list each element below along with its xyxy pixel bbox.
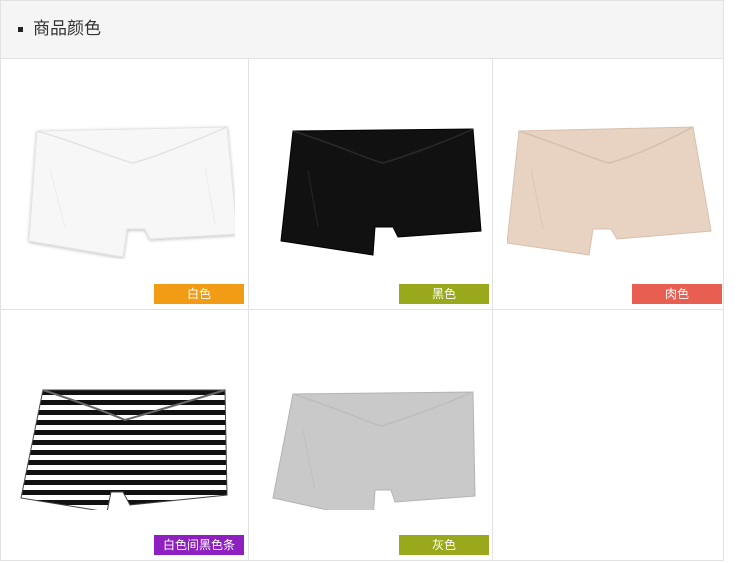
color-option-striped[interactable]: 白色间黑色条 [1,310,249,560]
color-option-nude[interactable]: 肉色 [493,59,723,310]
color-tag-striped: 白色间黑色条 [154,535,244,555]
color-label: 灰色 [431,538,456,552]
color-tag-black: 黑色 [399,284,489,304]
color-tag-gray: 灰色 [399,535,489,555]
color-option-white[interactable]: 白色 [1,59,249,310]
empty-cell [493,310,723,560]
color-tag-nude: 肉色 [632,284,722,304]
square-bullet-icon [18,27,23,32]
product-colors-panel: 商品颜色 白色 黑色 肉色 白色间黑色条 灰色 [0,0,724,561]
nude-shorts-image [507,126,712,256]
color-option-black[interactable]: 黑色 [249,59,493,310]
section-header: 商品颜色 [1,1,723,59]
section-title: 商品颜色 [33,19,101,39]
color-label: 肉色 [664,287,689,301]
color-tag-white: 白色 [154,284,244,304]
color-option-gray[interactable]: 灰色 [249,310,493,560]
black-shorts-image [280,128,482,256]
gray-shorts-image [272,391,476,510]
color-label: 黑色 [431,287,456,301]
color-label: 白色 [186,287,211,301]
white-shorts-image [28,126,235,258]
color-grid: 白色 黑色 肉色 白色间黑色条 灰色 [1,59,723,560]
color-label: 白色间黑色条 [162,538,235,552]
striped-shorts-image [20,389,228,510]
